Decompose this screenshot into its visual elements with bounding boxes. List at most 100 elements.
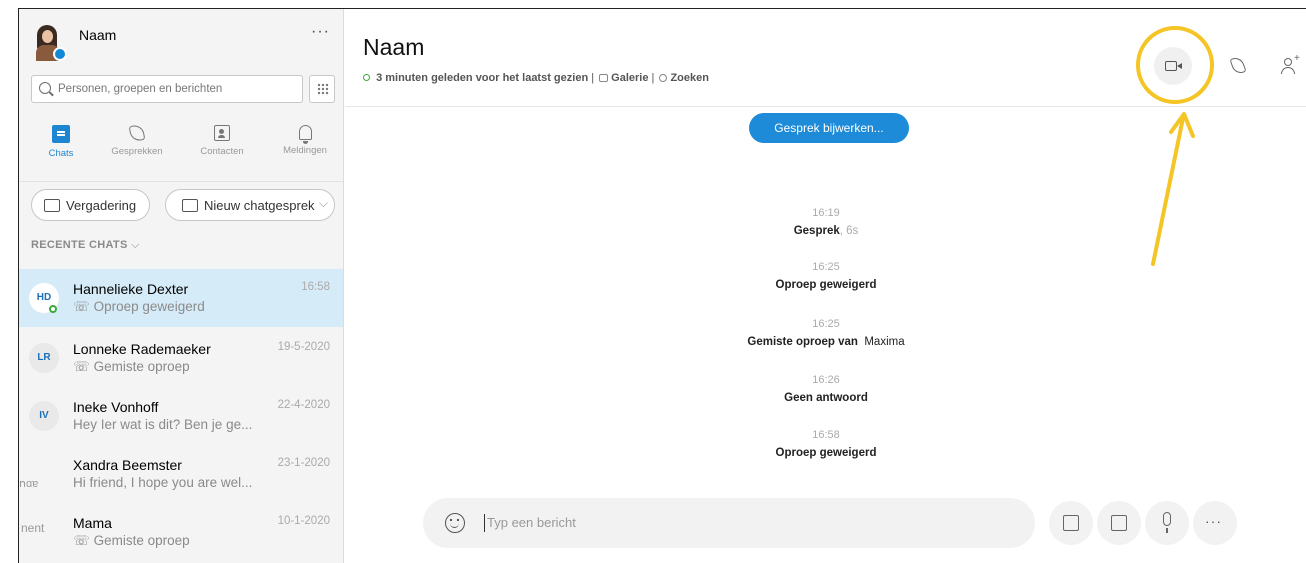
- chat-name: Xandra Beemster: [73, 457, 182, 473]
- chat-date: 19-5-2020: [277, 341, 330, 353]
- list-item[interactable]: IV Ineke Vonhoff Hey Ier wat is dit? Ben…: [19, 387, 343, 445]
- avatar: IV: [29, 401, 59, 431]
- add-user-icon: +: [1281, 53, 1300, 75]
- gallery-icon: [1063, 515, 1079, 531]
- search-icon: [39, 82, 51, 94]
- tab-contacts-label: Contacten: [200, 146, 244, 157]
- event-time: 16:58: [812, 429, 840, 441]
- chat-preview-text: Gemiste oproep: [93, 359, 190, 374]
- new-chat-label: Nieuw chatgesprek: [204, 198, 315, 213]
- phone-icon: [128, 123, 146, 143]
- profile-header[interactable]: Naam ···: [31, 23, 336, 63]
- bell-icon: [298, 125, 312, 144]
- event-time: 16:26: [812, 374, 840, 386]
- gallery-link[interactable]: Galerie: [611, 72, 648, 84]
- list-item[interactable]: ոɑɐ Xandra Beemster Hi friend, I hope yo…: [19, 445, 343, 503]
- annotation-arrow: [1151, 112, 1195, 266]
- chat-name: Hannelieke Dexter: [73, 281, 189, 297]
- share-media-button[interactable]: [1049, 501, 1093, 545]
- gallery-icon: [599, 74, 609, 82]
- caller-name: Maxima: [864, 336, 905, 348]
- meeting-button[interactable]: Vergadering: [31, 189, 150, 221]
- conversation-subheader: 3 minuten geleden voor het laatst gezien…: [363, 72, 709, 84]
- profile-name: Naam: [79, 27, 117, 43]
- more-options-icon: ···: [1205, 513, 1222, 529]
- tab-notifications-label: Meldingen: [283, 145, 327, 156]
- search-icon: [659, 74, 668, 82]
- list-item[interactable]: HD Hannelieke Dexter ☏ Oproep geweigerd …: [19, 269, 343, 327]
- chat-preview: ☏ Gemiste oproep: [73, 359, 190, 374]
- contact-card-icon: [1111, 515, 1127, 531]
- recent-chats-header[interactable]: RECENTE CHATS ⌵: [31, 239, 140, 252]
- microphone-icon: [1163, 512, 1171, 533]
- presence-dot: [49, 305, 57, 313]
- dialpad-button[interactable]: [309, 75, 335, 103]
- update-conversation-button[interactable]: Gesprek bijwerken...: [749, 113, 909, 143]
- separator: |: [651, 72, 658, 84]
- chat-preview: ☏ Oproep geweigerd: [73, 299, 205, 314]
- tab-chats[interactable]: Chats: [23, 125, 99, 173]
- compose-icon: [182, 199, 198, 212]
- event-duration: , 6s: [839, 225, 859, 237]
- chat-icon: [52, 125, 70, 143]
- search-input[interactable]: Personen, groepen en berichten: [31, 75, 303, 103]
- add-people-button[interactable]: +: [1270, 47, 1306, 85]
- phone-icon: [1229, 55, 1247, 76]
- tab-calls[interactable]: Gesprekken: [99, 123, 175, 173]
- call-event: 16:58 Oproep geweigerd: [326, 429, 1306, 459]
- message-composer[interactable]: Typ een bericht: [423, 498, 1035, 548]
- event-label: Gemiste oproep van: [747, 336, 858, 348]
- event-time: 16:25: [812, 318, 840, 330]
- event-text: Gesprek, 6s: [326, 225, 1306, 237]
- skype-window: Naam ··· Personen, groepen en berichten …: [18, 8, 1306, 563]
- chat-date: 10-1-2020: [277, 515, 330, 527]
- chat-name: Ineke Vonhoff: [73, 399, 159, 415]
- chat-date: 23-1-2020: [277, 457, 330, 469]
- recent-chats-label: RECENTE CHATS: [31, 239, 128, 251]
- chat-preview-text: Oproep geweigerd: [93, 299, 205, 314]
- avatar-placeholder: nent: [21, 521, 45, 535]
- call-event: 16:26 Geen antwoord: [326, 374, 1306, 404]
- call-event: 16:19 Gesprek, 6s: [326, 207, 1306, 237]
- event-text: Oproep geweigerd: [775, 447, 877, 459]
- divider: [345, 106, 1306, 107]
- nav-tabs: Chats Gesprekken Contacten Meldingen: [19, 121, 343, 177]
- separator: |: [591, 72, 598, 84]
- event-text: Oproep geweigerd: [775, 279, 877, 291]
- tab-notifications[interactable]: Meldingen: [267, 125, 343, 173]
- event-time: 16:19: [812, 207, 840, 219]
- message-input[interactable]: Typ een bericht: [487, 515, 576, 530]
- find-link[interactable]: Zoeken: [670, 72, 709, 84]
- contacts-icon: [214, 125, 230, 141]
- share-contact-button[interactable]: [1097, 501, 1141, 545]
- page-title: Naam: [363, 34, 425, 60]
- emoji-icon[interactable]: [445, 513, 465, 533]
- new-chat-button[interactable]: Nieuw chatgesprek ⌵: [165, 189, 335, 221]
- presence-icon: [363, 74, 370, 81]
- search-placeholder: Personen, groepen en berichten: [58, 83, 223, 95]
- list-item[interactable]: LR Lonneke Rademaeker ☏ Gemiste oproep 1…: [19, 329, 343, 387]
- tab-contacts[interactable]: Contacten: [184, 125, 260, 173]
- highlight-circle: [1136, 26, 1214, 104]
- conversation-panel: Naam 3 minuten geleden voor het laatst g…: [345, 9, 1306, 563]
- chat-preview-text: Gemiste oproep: [93, 533, 190, 548]
- chat-preview: Hey Ier wat is dit? Ben je ge...: [73, 417, 253, 432]
- chat-name: Lonneke Rademaeker: [73, 341, 211, 357]
- dialpad-icon: [317, 83, 329, 96]
- chat-name: Mama: [73, 515, 112, 531]
- voice-message-button[interactable]: [1145, 501, 1189, 545]
- call-event: 16:25 Oproep geweigerd: [326, 261, 1306, 291]
- more-options-button[interactable]: ···: [1193, 501, 1237, 545]
- list-item[interactable]: nent Mama ☏ Gemiste oproep 10-1-2020: [19, 503, 343, 561]
- chat-preview: Hi friend, I hope you are wel...: [73, 475, 253, 490]
- event-text: Gemiste oproep van Maxima: [326, 336, 1306, 348]
- call-event: 16:25 Gemiste oproep van Maxima: [326, 318, 1306, 348]
- more-options-icon[interactable]: ···: [311, 23, 330, 41]
- event-label: Gesprek: [793, 225, 840, 237]
- last-seen-text: 3 minuten geleden voor het laatst gezien: [376, 72, 589, 84]
- event-text: Geen antwoord: [784, 392, 868, 404]
- meeting-icon: [44, 199, 60, 212]
- audio-call-button[interactable]: [1220, 47, 1258, 85]
- chat-preview: ☏ Gemiste oproep: [73, 533, 190, 548]
- divider: [19, 181, 343, 182]
